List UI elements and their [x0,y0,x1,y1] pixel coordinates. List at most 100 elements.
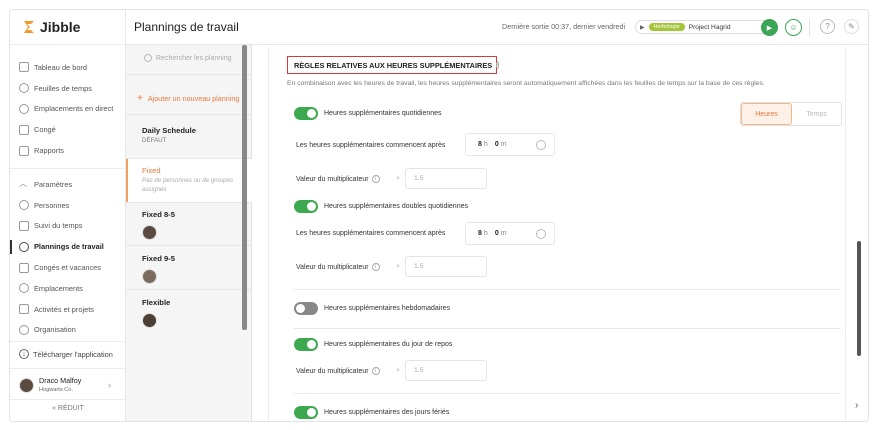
list-scrollbar[interactable] [242,45,247,330]
sidebar-item-locations[interactable]: Emplacements [10,278,126,299]
weekly-overtime-toggle[interactable] [294,302,318,315]
play-icon: ▶ [766,24,773,32]
schedule-name: Fixed 9-5 [142,254,175,263]
clock-in-button[interactable]: ▶ [761,19,778,36]
sidebar-item-live-locations[interactable]: Emplacements en direct [10,99,126,120]
download-icon: ↓ [19,349,29,359]
add-schedule-button[interactable]: + Ajouter un nouveau planning [137,93,239,104]
default-badge: DÉFAUT [142,137,167,144]
double-daily-multiplier-input[interactable]: 1.5 [405,256,487,277]
minutes-value: 0 [494,141,499,148]
sidebar-item-holidays[interactable]: Congés et vacances [10,257,126,278]
schedule-search-input[interactable]: Rechercher les planning [144,54,232,62]
settings-nav: ︿ Paramètres Personnes Suivi du temps Pla… [10,174,126,340]
minutes-unit: m [500,141,507,148]
main-nav: Tableau de bord Feuilles de temps Emplac… [10,57,126,161]
collapse-label: RÉDUIT [57,405,84,412]
user-status-button[interactable]: ☺ [785,19,802,36]
double-daily-multiplier-label: Valeur du multiplicateur i [296,263,380,271]
chevron-up-icon: ︿ [19,179,27,189]
add-schedule-label: Ajouter un nouveau planning [147,94,240,103]
chevron-right-icon[interactable]: › [855,400,858,411]
sidebar-item-dashboard[interactable]: Tableau de bord [10,57,126,78]
clock-icon [536,229,546,239]
avatar [142,313,157,328]
daily-start-time-input[interactable]: 8h 0m [465,133,555,156]
holiday-overtime-toggle[interactable] [294,406,318,419]
info-icon[interactable]: i [371,263,380,271]
sidebar-item-time-tracking[interactable]: Suivi du temps [10,216,126,237]
sidebar-item-label: Congé [34,125,56,135]
schedule-item[interactable]: Flexible [126,297,252,328]
plus-icon: + [137,93,143,104]
clock-icon [536,140,546,150]
info-icon[interactable]: i [371,367,380,375]
daily-overtime-toggle[interactable] [294,107,318,120]
daily-multiplier-input[interactable]: 1.5 [405,168,487,189]
sidebar-item-people[interactable]: Personnes [10,195,126,216]
chevron-right-icon[interactable]: › [108,380,111,390]
integrations-button[interactable]: ✎ [844,19,859,34]
schedule-list-panel: Rechercher les planning + Ajouter un nouv… [126,45,252,421]
collapse-sidebar-button[interactable]: « RÉDUIT [10,405,126,412]
avatar [19,377,34,393]
download-app-link[interactable]: ↓ Télécharger l'application [19,349,113,359]
info-icon[interactable]: i [371,175,380,183]
unit-hours-button[interactable]: Heures [741,103,792,125]
section-description: En combinaison avec les heures de travai… [287,80,765,87]
minutes-value: 0 [494,230,499,237]
organisation-icon [19,324,29,335]
schedule-icon [19,241,29,252]
schedule-item-selected[interactable]: Fixed Pas de personnes ou de groupes ass… [126,159,252,202]
time-tracking-icon [19,220,29,231]
activity-tag: Herbologie [648,23,685,31]
rest-day-multiplier-label: Valeur du multiplicateur i [296,367,380,375]
toggle-label: Heures supplémentaires des jours fériés [324,409,450,416]
double-daily-overtime-toggle[interactable] [294,200,318,213]
sidebar-item-label: Activités et projets [34,304,94,314]
info-icon[interactable]: i [496,61,500,69]
sidebar-item-organisation[interactable]: Organisation [10,320,126,341]
avatar [142,269,157,284]
schedule-item[interactable]: Fixed 8-5 [126,209,252,240]
schedule-settings: RÈGLES RELATIVES AUX HEURES SUPPLÉMENTAI… [252,45,862,421]
search-icon [144,54,152,62]
schedule-name: Flexible [142,298,171,307]
clock-in-selector[interactable]: ▶ Herbologie Project Hagrid [635,20,778,34]
clock-icon [19,83,29,94]
schedule-item[interactable]: Daily Schedule DÉFAUT [126,125,252,159]
tag-icon [19,304,29,315]
schedule-name: Fixed 8-5 [142,210,175,219]
sidebar-item-reports[interactable]: Rapports [10,140,126,161]
minutes-unit: m [500,230,507,237]
rest-day-overtime-toggle[interactable] [294,338,318,351]
double-daily-start-label: Les heures supplémentaires commencent ap… [296,230,446,237]
user-icon: ☺ [789,23,798,32]
sidebar-item-settings[interactable]: ︿ Paramètres [10,174,126,195]
play-icon: ▶ [640,24,645,31]
double-daily-start-time-input[interactable]: 8h 0m [465,222,555,245]
sidebar-item-label: Feuilles de temps [34,83,92,93]
sidebar-item-activities[interactable]: Activités et projets [10,299,126,320]
user-profile[interactable]: Draco Malfoy Hogwarts Co. [19,376,81,394]
unit-time-button[interactable]: Temps [792,103,841,125]
sidebar-item-work-schedules[interactable]: Plannings de travail [10,236,126,257]
help-button[interactable]: ? [820,19,835,34]
logo[interactable]: Jibble [22,19,80,35]
people-icon [19,200,29,211]
avatar [142,225,157,240]
sidebar-item-timesheets[interactable]: Feuilles de temps [10,78,126,99]
schedule-assignment-note: Pas de personnes ou de groupes assignés [142,177,234,193]
sidebar-item-leave[interactable]: Congé [10,119,126,140]
sidebar: Jibble Tableau de bord Feuilles de temps… [10,10,126,421]
schedule-item[interactable]: Fixed 9-5 [126,253,252,284]
calendar-icon [19,124,29,135]
dashboard-icon [19,62,29,73]
overtime-unit-switch: Heures Temps [740,102,842,126]
rest-day-multiplier-input[interactable]: 1.5 [405,360,487,381]
last-clock-out: Dernière sortie 00:37, dernier vendredi [502,22,626,31]
main-scrollbar[interactable] [857,241,861,356]
download-label: Télécharger l'application [33,349,113,359]
sidebar-item-label: Rapports [34,146,64,156]
double-daily-overtime-row: Heures supplémentaires doubles quotidien… [294,200,468,213]
